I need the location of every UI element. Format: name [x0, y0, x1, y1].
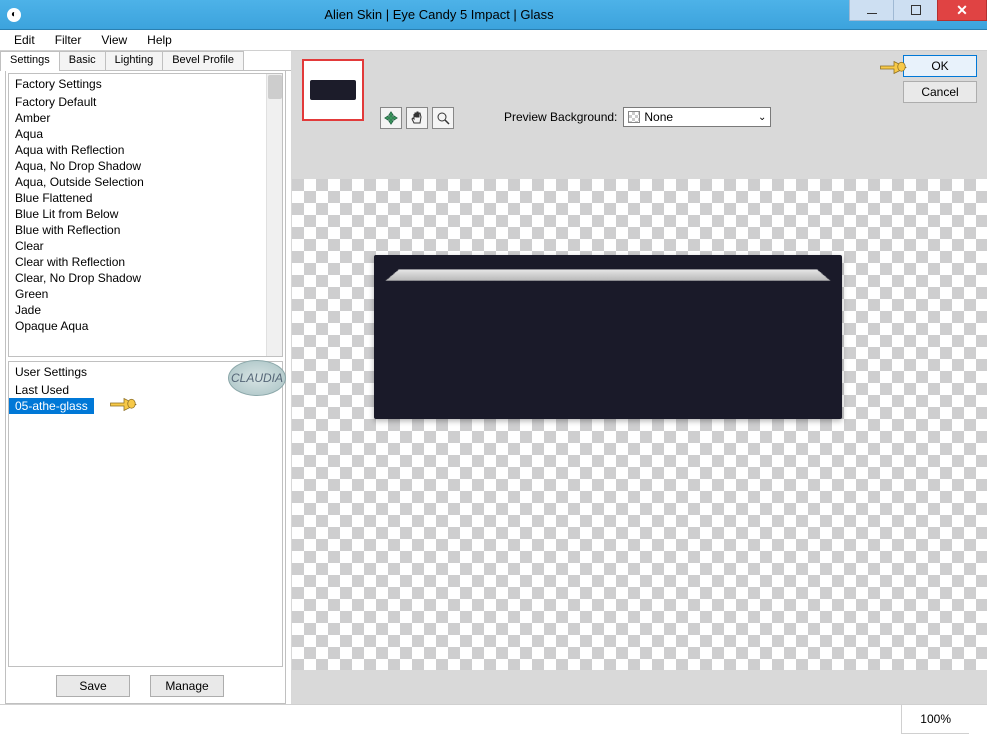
cancel-button[interactable]: Cancel	[903, 81, 977, 103]
checker-swatch-icon	[628, 111, 640, 123]
watermark-text: CLAUDIA	[231, 371, 283, 385]
list-item[interactable]: Aqua, Outside Selection	[9, 174, 150, 190]
magnifier-icon	[436, 111, 450, 125]
move-tool[interactable]	[380, 107, 402, 129]
preview-background-select[interactable]: None ⌄	[623, 107, 771, 127]
list-item[interactable]: Aqua, No Drop Shadow	[9, 158, 147, 174]
settings-buttons-row: Save Manage	[6, 669, 285, 703]
manage-button[interactable]: Manage	[150, 675, 224, 697]
list-item-last-used[interactable]: Last Used	[9, 382, 75, 398]
tab-settings[interactable]: Settings	[0, 51, 60, 71]
factory-settings-list[interactable]: Factory Settings Factory Default Amber A…	[8, 73, 283, 357]
list-item[interactable]: Amber	[9, 110, 56, 126]
app-icon-dot: ◐	[7, 8, 21, 22]
list-item[interactable]: Blue Flattened	[9, 190, 98, 206]
factory-items: Factory Default Amber Aqua Aqua with Ref…	[9, 94, 282, 334]
dialog-buttons: OK Cancel	[879, 55, 977, 103]
factory-settings-header: Factory Settings	[9, 74, 282, 94]
list-item[interactable]: Aqua with Reflection	[9, 142, 130, 158]
hand-icon	[410, 111, 424, 125]
glass-highlight	[386, 269, 831, 280]
window-controls: ✕	[850, 0, 987, 29]
watermark-badge: CLAUDIA	[228, 360, 286, 396]
preview-canvas-wrap	[292, 139, 987, 704]
preview-background-row: Preview Background: None ⌄	[504, 107, 771, 127]
list-item[interactable]: Green	[9, 286, 54, 302]
list-item[interactable]: Jade	[9, 302, 47, 318]
list-item[interactable]: Blue with Reflection	[9, 222, 126, 238]
menu-view[interactable]: View	[93, 31, 135, 49]
list-item[interactable]: Aqua	[9, 126, 49, 142]
hand-tool[interactable]	[406, 107, 428, 129]
maximize-button[interactable]	[893, 0, 938, 21]
right-panel: Preview Background: None ⌄ OK Cancel	[292, 51, 987, 704]
tab-lighting[interactable]: Lighting	[105, 51, 164, 71]
preview-tools	[380, 107, 454, 129]
scrollbar-thumb[interactable]	[268, 75, 282, 99]
list-item-selected[interactable]: 05-athe-glass	[9, 398, 94, 414]
list-item[interactable]: Clear	[9, 238, 50, 254]
menu-help[interactable]: Help	[139, 31, 180, 49]
list-item[interactable]: Clear, No Drop Shadow	[9, 270, 147, 286]
statusbar: 100%	[0, 704, 987, 734]
list-item[interactable]: Factory Default	[9, 94, 102, 110]
zoom-level: 100%	[901, 705, 969, 734]
pointer-hand-icon	[879, 55, 909, 77]
titlebar: ◐ Alien Skin | Eye Candy 5 Impact | Glas…	[0, 0, 987, 30]
preview-canvas[interactable]	[292, 179, 987, 670]
thumbnail-content	[310, 80, 356, 100]
main-split: Settings Basic Lighting Bevel Profile Fa…	[0, 50, 987, 704]
maximize-icon	[911, 5, 921, 15]
menu-edit[interactable]: Edit	[6, 31, 43, 49]
settings-tabs: Settings Basic Lighting Bevel Profile	[0, 51, 291, 71]
tab-bevel-profile[interactable]: Bevel Profile	[162, 51, 244, 71]
ok-button[interactable]: OK	[903, 55, 977, 77]
app-icon: ◐	[0, 1, 28, 29]
close-button[interactable]: ✕	[937, 0, 987, 21]
list-item[interactable]: Blue Lit from Below	[9, 206, 124, 222]
preview-toolbar: Preview Background: None ⌄ OK Cancel	[292, 51, 987, 139]
menubar: Edit Filter View Help	[0, 30, 987, 50]
minimize-button[interactable]	[849, 0, 894, 21]
user-settings-list[interactable]: User Settings Last Used 05-athe-glass	[8, 361, 283, 667]
preview-thumbnail[interactable]	[302, 59, 364, 121]
preview-background-value: None	[644, 110, 673, 124]
scrollbar[interactable]	[266, 74, 282, 356]
menu-filter[interactable]: Filter	[47, 31, 90, 49]
chevron-down-icon: ⌄	[758, 112, 766, 123]
preview-background-label: Preview Background:	[504, 110, 617, 124]
canvas-pad-top	[292, 139, 987, 179]
close-icon: ✕	[956, 2, 968, 19]
tab-basic[interactable]: Basic	[59, 51, 106, 71]
canvas-pad-bottom	[292, 670, 987, 704]
save-button[interactable]: Save	[56, 675, 130, 697]
pointer-hand-icon	[109, 392, 139, 414]
glass-effect-preview	[374, 255, 842, 419]
minimize-icon	[867, 13, 877, 14]
move-icon	[384, 111, 398, 125]
window-title: Alien Skin | Eye Candy 5 Impact | Glass	[28, 7, 850, 22]
list-item[interactable]: Clear with Reflection	[9, 254, 131, 270]
list-item[interactable]: Opaque Aqua	[9, 318, 94, 334]
zoom-tool[interactable]	[432, 107, 454, 129]
